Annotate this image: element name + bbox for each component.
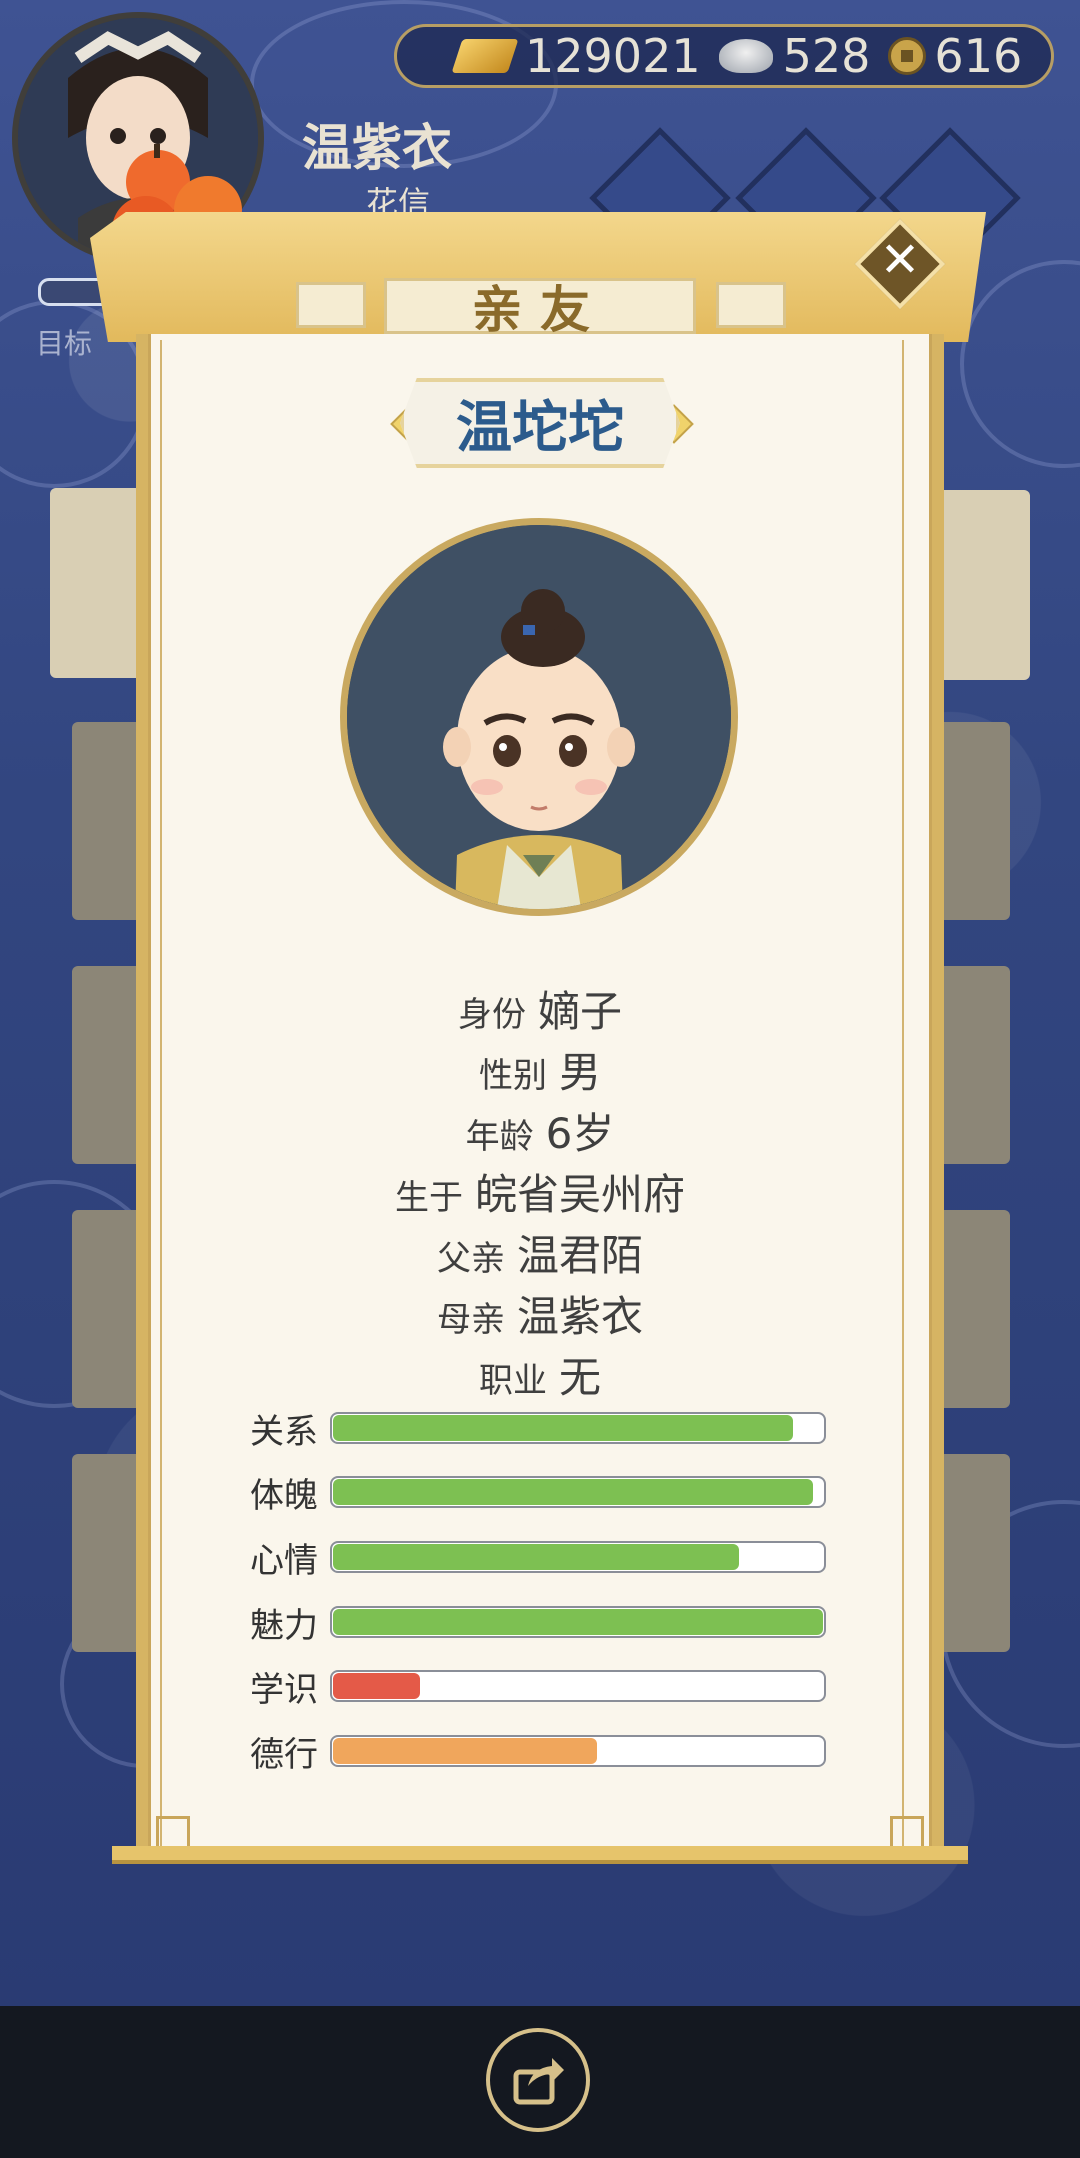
silver-ingot-icon <box>718 39 773 73</box>
gold-amount: 129021 <box>525 29 701 83</box>
stat-label: 心情 <box>250 1540 318 1581</box>
character-name-text: 温坨坨 <box>456 395 624 461</box>
copper-coin-icon <box>888 37 927 75</box>
goal-label[interactable]: 目标 <box>36 322 92 362</box>
silver-amount: 528 <box>782 29 871 83</box>
info-age: 年龄 6岁 <box>0 1100 1080 1161</box>
side-card <box>930 490 1030 680</box>
corner-ornament <box>156 1816 190 1850</box>
info-key: 职业 <box>478 1361 547 1401</box>
info-value: 嫡子 <box>537 987 622 1036</box>
stat-fill <box>333 1544 740 1570</box>
close-icon[interactable]: ✕ <box>868 228 932 292</box>
info-key: 生于 <box>394 1178 463 1218</box>
child-portrait <box>347 525 731 909</box>
stat-fill <box>333 1609 823 1635</box>
stat-virtue: 德行 <box>250 1731 826 1775</box>
info-value: 温君陌 <box>516 1231 643 1280</box>
stat-bar <box>330 1670 826 1702</box>
stat-physique: 体魄 <box>250 1472 826 1516</box>
stat-knowledge: 学识 <box>250 1666 826 1710</box>
corner-ornament <box>890 1816 924 1850</box>
character-portrait <box>340 518 738 916</box>
stat-relationship: 关系 <box>250 1408 826 1452</box>
share-icon <box>513 2058 564 2105</box>
stat-fill <box>333 1673 420 1699</box>
share-button[interactable] <box>486 2028 590 2132</box>
info-birthplace: 生于 皖省吴州府 <box>0 1161 1080 1222</box>
coin-currency: 616 <box>888 29 1022 83</box>
info-occupation: 职业无 <box>0 1344 1080 1405</box>
info-father: 父亲 温君陌 <box>0 1222 1080 1283</box>
stat-fill <box>333 1415 794 1441</box>
tab-relatives[interactable]: 亲友 <box>384 278 696 339</box>
info-value: 温紫衣 <box>516 1292 643 1341</box>
stat-bar <box>330 1606 826 1638</box>
tab-relatives-label: 亲友 <box>472 281 608 339</box>
info-identity: 身份 嫡子 <box>0 978 1080 1039</box>
stat-charm: 魅力 <box>250 1602 826 1646</box>
player-name: 温紫衣 <box>302 119 452 177</box>
stat-label: 关系 <box>250 1411 318 1452</box>
info-key: 年龄 <box>465 1117 534 1157</box>
stat-label: 魅力 <box>250 1605 318 1646</box>
info-value: 无 <box>558 1353 601 1402</box>
currency-bar: 129021 528 616 <box>394 24 1054 88</box>
info-key: 性别 <box>478 1056 547 1096</box>
info-key: 身份 <box>457 995 526 1035</box>
scroll-bottom <box>112 1846 968 1864</box>
gold-currency: 129021 <box>451 29 701 83</box>
tab-right[interactable] <box>716 282 786 328</box>
coin-amount: 616 <box>934 29 1023 83</box>
stat-fill <box>333 1738 597 1764</box>
character-name: 温坨坨 <box>400 378 680 468</box>
stat-fill <box>333 1479 814 1505</box>
stat-label: 学识 <box>250 1669 318 1710</box>
stat-bar <box>330 1412 826 1444</box>
silver-currency: 528 <box>718 29 871 83</box>
info-value: 6岁 <box>545 1109 615 1158</box>
stat-label: 德行 <box>250 1734 318 1775</box>
stat-bar <box>330 1735 826 1767</box>
gold-ingot-icon <box>451 39 519 73</box>
stat-bar <box>330 1476 826 1508</box>
info-key: 父亲 <box>436 1239 505 1279</box>
tab-left[interactable] <box>296 282 366 328</box>
info-key: 母亲 <box>436 1300 505 1340</box>
info-value: 皖省吴州府 <box>474 1170 685 1219</box>
stat-bar <box>330 1541 826 1573</box>
info-gender: 性别男 <box>0 1039 1080 1100</box>
info-value: 男 <box>558 1048 601 1097</box>
stat-label: 体魄 <box>250 1475 318 1516</box>
stat-mood: 心情 <box>250 1537 826 1581</box>
info-mother: 母亲 温紫衣 <box>0 1283 1080 1344</box>
